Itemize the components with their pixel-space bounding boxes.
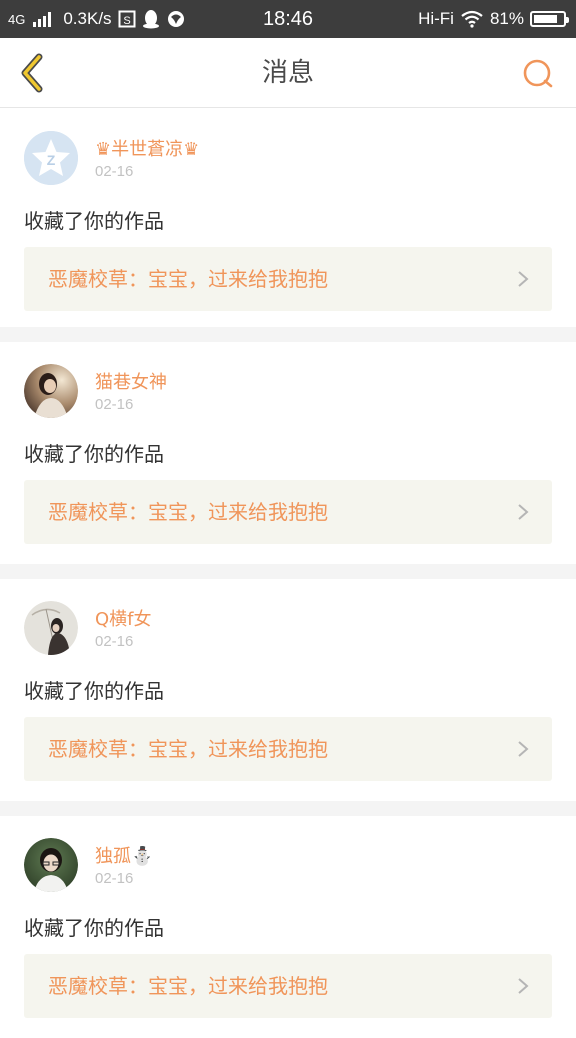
work-link[interactable]: 恶魔校草：宝宝，过来给我抱抱 [24,480,552,544]
svg-text:Z: Z [47,152,56,168]
work-title: 恶魔校草：宝宝，过来给我抱抱 [48,737,328,761]
username[interactable]: 独孤⛄ [95,842,153,868]
divider [0,801,576,816]
search-button[interactable] [518,56,558,92]
message-item: Z ♛半世蒼凉♛ 02-16 收藏了你的作品 恶魔校草：宝宝，过来给我抱抱 [0,109,576,331]
message-item: Q横f女 02-16 收藏了你的作品 恶魔校草：宝宝，过来给我抱抱 [0,579,576,801]
chevron-right-icon [518,978,529,994]
message-date: 02-16 [95,633,134,650]
message-date: 02-16 [95,870,134,887]
work-link[interactable]: 恶魔校草：宝宝，过来给我抱抱 [24,954,552,1018]
chevron-right-icon [518,504,529,520]
work-link[interactable]: 恶魔校草：宝宝，过来给我抱抱 [24,247,552,311]
avatar[interactable] [24,838,78,892]
chevron-right-icon [518,741,529,757]
status-right: Hi-Fi 81% [418,0,569,38]
message-action: 收藏了你的作品 [24,679,164,703]
message-date: 02-16 [95,396,134,413]
message-item: 猫巷女神 02-16 收藏了你的作品 恶魔校草：宝宝，过来给我抱抱 [0,342,576,564]
avatar[interactable]: Z [24,131,78,185]
username[interactable]: Q横f女 [95,605,152,631]
avatar[interactable] [24,601,78,655]
nav-bar: 消息 [0,38,576,108]
work-link[interactable]: 恶魔校草：宝宝，过来给我抱抱 [24,717,552,781]
message-action: 收藏了你的作品 [24,209,164,233]
wifi-icon [460,10,484,28]
message-action: 收藏了你的作品 [24,916,164,940]
divider [0,564,576,579]
battery-icon [530,11,569,27]
divider [0,327,576,342]
wifi-label: Hi-Fi [418,9,454,28]
page-title: 消息 [261,58,314,88]
message-action: 收藏了你的作品 [24,442,164,466]
work-title: 恶魔校草：宝宝，过来给我抱抱 [48,500,328,524]
username[interactable]: ♛半世蒼凉♛ [95,135,199,161]
battery-percent: 81% [489,9,524,28]
search-icon [523,59,553,88]
message-date: 02-16 [95,163,134,180]
chevron-right-icon [518,271,529,287]
avatar[interactable] [24,364,78,418]
status-bar: 4G 0.3K/s S 18:46 Hi-Fi 81% [0,0,576,38]
username[interactable]: 猫巷女神 [95,368,167,394]
work-title: 恶魔校草：宝宝，过来给我抱抱 [48,974,328,998]
work-title: 恶魔校草：宝宝，过来给我抱抱 [48,267,328,291]
message-item: 独孤⛄ 02-16 收藏了你的作品 恶魔校草：宝宝，过来给我抱抱 [0,816,576,1038]
